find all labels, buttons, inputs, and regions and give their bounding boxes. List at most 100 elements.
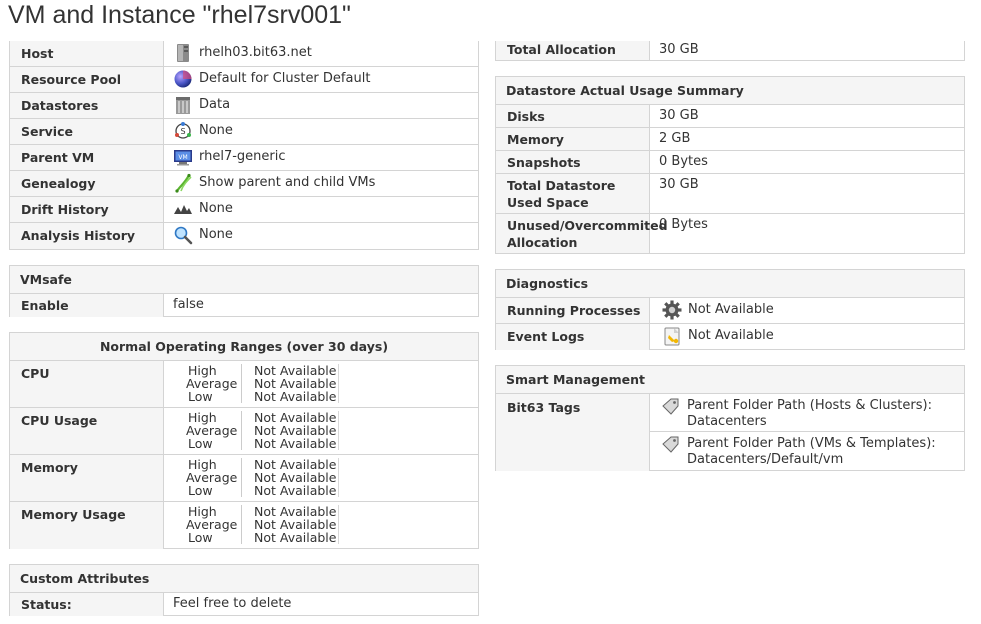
custom-attributes-title: Custom Attributes [10,565,478,593]
custom-attributes-panel: Custom Attributes Status: Feel free to d… [9,564,479,616]
service-value-cell: S None [164,119,478,144]
usage-label: Disks [496,105,650,127]
resource-pool-value: Default for Cluster Default [199,71,371,86]
vm-icon: VM [173,147,193,167]
diagnostics-panel: Diagnostics Running Processes Not Availa… [495,269,965,350]
diagnostics-title: Diagnostics [496,270,964,298]
gear-icon [662,300,682,320]
running-processes-cell: Not Available [650,298,964,323]
range-row-cpu: CPU High Not Available Average Not Availab… [10,361,478,408]
drift-history-value: None [199,201,233,216]
property-row-datastores: Datastores Data [10,93,478,119]
usage-label: Total Datastore Used Space [496,174,650,213]
range-value: Not Available [242,484,340,497]
magnifier-icon [173,225,193,245]
range-key: Low [186,484,242,497]
analysis-history-value-cell: None [164,223,478,249]
usage-row-total-used: Total Datastore Used Space 30 GB [496,174,964,214]
datastore-value: Data [199,97,231,112]
usage-label: Snapshots [496,151,650,173]
datastore-icon [173,95,193,115]
custom-attribute-label: Status: [10,593,164,616]
usage-value: 0 Bytes [659,154,708,169]
operating-ranges-title: Normal Operating Ranges (over 30 days) [10,333,478,361]
usage-row-disks: Disks 30 GB [496,105,964,128]
usage-row-snapshots: Snapshots 0 Bytes [496,151,964,174]
property-row-parent-vm: Parent VM VM rhel7-generic [10,145,478,171]
tags-label: Bit63 Tags [496,394,650,471]
vmsafe-label: Enable [10,294,164,317]
resource-pool-link[interactable]: Default for Cluster Default [164,67,478,92]
allocation-label: Total Allocation [496,41,650,60]
range-value: Not Available [242,437,340,450]
genealogy-value: Show parent and child VMs [199,175,376,190]
tag-icon [661,397,681,417]
range-key: Low [186,437,242,450]
datastore-usage-title: Datastore Actual Usage Summary [496,77,964,105]
diagnostics-row-event-logs: Event Logs Not Available [496,324,964,350]
datastore-link[interactable]: Data [164,93,478,118]
tag-line-1: Parent Folder Path (Hosts & Clusters): [687,398,932,413]
operating-ranges-panel: Normal Operating Ranges (over 30 days) C… [9,332,479,549]
tags-list: Parent Folder Path (Hosts & Clusters): Da… [650,394,964,471]
svg-text:VM: VM [178,154,187,161]
range-values: High Not Available Average Not Available L… [164,361,478,407]
property-label: Genealogy [10,171,164,196]
usage-value: 2 GB [659,131,691,146]
parent-vm-link[interactable]: VM rhel7-generic [164,145,478,170]
property-label: Resource Pool [10,67,164,92]
host-value: rhelh03.bit63.net [199,45,312,60]
allocation-value: 30 GB [659,42,699,57]
resource-pool-icon [173,69,193,89]
property-label: Datastores [10,93,164,118]
svg-text:S: S [180,127,185,136]
tags-row: Bit63 Tags Parent Folder Path (Hosts & C… [496,394,964,471]
diagnostics-label: Running Processes [496,298,650,323]
diagnostics-label: Event Logs [496,324,650,350]
range-value: Not Available [242,531,340,544]
range-row-memory-usage: Memory Usage High Not Available Average No… [10,502,478,549]
drift-icon [173,199,193,219]
vmsafe-panel: VMsafe Enable false [9,265,479,317]
analysis-history-value: None [199,227,233,242]
event-logs-value: Not Available [688,328,774,343]
property-row-host: Host rhelh03.bit63.net [10,41,478,67]
running-processes-value: Not Available [688,302,774,317]
vmsafe-row-enable: Enable false [10,294,478,317]
tag-line-2: Datacenters [687,414,767,429]
range-row-memory: Memory High Not Available Average Not Avai… [10,455,478,502]
usage-row-unused: Unused/Overcommited Allocation 0 Bytes [496,214,964,253]
tag-item[interactable]: Parent Folder Path (VMs & Templates): Dat… [650,432,964,470]
tag-item[interactable]: Parent Folder Path (Hosts & Clusters): Da… [650,394,964,432]
genealogy-link[interactable]: Show parent and child VMs [164,171,478,196]
allocation-row: Total Allocation 30 GB [496,41,964,60]
property-row-drift-history: Drift History None [10,197,478,223]
range-key: Low [186,531,242,544]
usage-label: Memory [496,128,650,150]
host-link[interactable]: rhelh03.bit63.net [164,41,478,66]
range-row-cpu-usage: CPU Usage High Not Available Average Not A… [10,408,478,455]
custom-attribute-row: Status: Feel free to delete [10,593,478,616]
range-values: High Not Available Average Not Available L… [164,502,478,549]
range-label: Memory [10,455,164,501]
vmsafe-value: false [173,297,204,312]
tag-text: Parent Folder Path (Hosts & Clusters): Da… [687,398,932,430]
range-values: High Not Available Average Not Available L… [164,408,478,454]
usage-value: 30 GB [659,108,699,123]
property-label: Service [10,119,164,144]
properties-panel: Host rhelh03.bit63.net Resource Pool Def… [9,41,479,250]
property-row-genealogy: Genealogy Show parent and child VMs [10,171,478,197]
service-icon: S [173,121,193,141]
smart-management-panel: Smart Management Bit63 Tags Parent Folde… [495,365,965,471]
usage-value: 0 Bytes [659,217,708,232]
usage-value: 30 GB [659,177,699,192]
property-label: Parent VM [10,145,164,170]
custom-attribute-value: Feel free to delete [173,596,292,611]
property-label: Drift History [10,197,164,222]
service-value: None [199,123,233,138]
property-row-resource-pool: Resource Pool Default for Cluster Defaul… [10,67,478,93]
tag-icon [661,435,681,455]
property-row-analysis-history: Analysis History None [10,223,478,249]
tag-text: Parent Folder Path (VMs & Templates): Dat… [687,436,936,468]
property-label: Analysis History [10,223,164,249]
